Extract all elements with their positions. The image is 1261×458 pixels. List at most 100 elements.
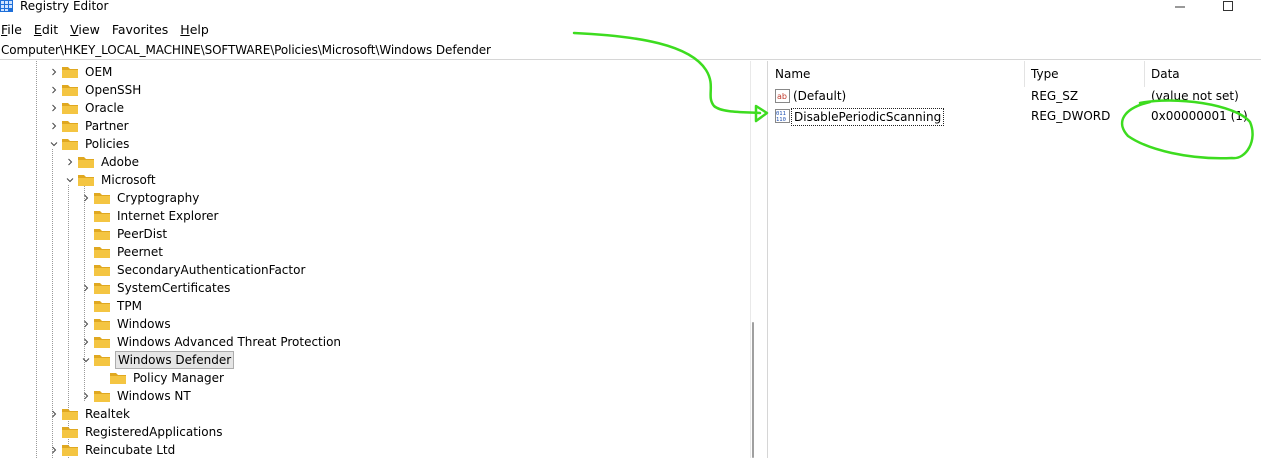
chevron-right-icon[interactable]: [81, 189, 91, 207]
chevron-down-icon[interactable]: [49, 135, 59, 153]
tree-item[interactable]: Partner: [49, 117, 131, 135]
folder-icon: [93, 335, 111, 349]
folder-icon: [93, 389, 111, 403]
chevron-right-icon[interactable]: [49, 117, 59, 135]
tree-item-label: Windows Advanced Threat Protection: [117, 335, 342, 349]
tree-item-label: Policy Manager: [133, 371, 224, 385]
folder-icon: [61, 119, 79, 133]
menu-bar: File Edit View Favorites Help: [0, 20, 1261, 40]
tree-item[interactable]: OEM: [49, 63, 114, 81]
scrollbar-thumb[interactable]: [752, 322, 754, 458]
value-row[interactable]: 011 110 DisablePeriodicScanning REG_DWORD 0x…: [769, 106, 1261, 126]
minimize-icon: [1175, 6, 1185, 8]
tree-item[interactable]: Peernet: [81, 243, 165, 261]
folder-icon: [93, 227, 111, 241]
tree-item[interactable]: Windows NT: [81, 387, 193, 405]
tree-item[interactable]: TPM: [81, 297, 144, 315]
tree-item[interactable]: Cryptography: [81, 189, 201, 207]
tree-item[interactable]: Windows Advanced Threat Protection: [81, 333, 343, 351]
tree-item-label: Reincubate Ltd: [85, 443, 176, 457]
chevron-right-icon[interactable]: [65, 153, 75, 171]
tree-item-label: Realtek: [85, 407, 130, 421]
menu-edit[interactable]: Edit: [34, 20, 64, 40]
folder-icon: [61, 101, 79, 115]
value-name: (Default): [793, 89, 847, 103]
tree-item[interactable]: Windows: [81, 315, 173, 333]
tree-item[interactable]: SecondaryAuthenticationFactor: [81, 261, 307, 279]
folder-open-icon: [61, 137, 79, 151]
minimize-button[interactable]: [1170, 0, 1190, 12]
tree-item[interactable]: Realtek: [49, 405, 132, 423]
tree-item-label: Windows: [117, 317, 171, 331]
chevron-right-icon[interactable]: [81, 315, 91, 333]
menu-favorites[interactable]: Favorites: [112, 20, 174, 40]
folder-icon: [61, 83, 79, 97]
tree-item-label: Windows NT: [117, 389, 191, 403]
tree-item-label: Partner: [85, 119, 129, 133]
tree-item-label: OEM: [85, 65, 113, 79]
chevron-right-icon[interactable]: [49, 81, 59, 99]
column-header-type[interactable]: Type: [1025, 61, 1144, 87]
tree-item-label: Policies: [85, 137, 130, 151]
tree-item[interactable]: Windows Defender: [81, 351, 235, 369]
tree-item[interactable]: PeerDist: [81, 225, 169, 243]
values-list[interactable]: Name Type Data ab (Default) REG_SZ (value n…: [769, 61, 1261, 458]
svg-text:110: 110: [776, 117, 786, 123]
svg-text:ab: ab: [777, 92, 787, 101]
menu-accelerator: E: [33, 22, 42, 37]
folder-open-icon: [93, 353, 111, 367]
tree-guide-line: [36, 61, 37, 458]
tree-item[interactable]: Microsoft: [65, 171, 158, 189]
tree-item[interactable]: SystemCertificates: [81, 279, 232, 297]
folder-icon: [93, 263, 111, 277]
tree-item-label: SystemCertificates: [117, 281, 231, 295]
tree-item-label: Oracle: [85, 101, 125, 115]
folder-icon: [61, 443, 79, 457]
menu-label: elp: [189, 22, 209, 37]
title-bar: Registry Editor: [0, 0, 1261, 18]
chevron-right-icon[interactable]: [49, 99, 59, 117]
chevron-right-icon[interactable]: [81, 333, 91, 351]
chevron-right-icon[interactable]: [49, 441, 59, 458]
folder-icon: [93, 281, 111, 295]
tree-item-label: Adobe: [101, 155, 139, 169]
tree-item[interactable]: RegisteredApplications: [49, 423, 224, 441]
column-header-data[interactable]: Data: [1145, 61, 1261, 87]
value-row[interactable]: ab (Default) REG_SZ (value not set): [769, 86, 1261, 106]
address-bar[interactable]: Computer\HKEY_LOCAL_MACHINE\SOFTWARE\Pol…: [0, 41, 1261, 60]
chevron-right-icon[interactable]: [49, 405, 59, 423]
maximize-button[interactable]: [1218, 0, 1238, 12]
tree-item[interactable]: Policies: [49, 135, 131, 153]
tree-item[interactable]: Adobe: [65, 153, 141, 171]
folder-icon: [93, 317, 111, 331]
menu-view[interactable]: View: [70, 20, 106, 40]
chevron-right-icon[interactable]: [81, 387, 91, 405]
value-name: DisablePeriodicScanning: [791, 108, 945, 126]
menu-file[interactable]: File: [0, 20, 28, 40]
key-tree[interactable]: OEM OpenSSH Oracle Partner Policies Adobe Micr…: [0, 61, 750, 458]
menu-label: dit: [41, 22, 59, 37]
tree-item-label: OpenSSH: [85, 83, 142, 97]
folder-icon: [61, 65, 79, 79]
chevron-right-icon[interactable]: [81, 279, 91, 297]
column-header-name[interactable]: Name: [769, 61, 1024, 87]
folder-icon: [77, 155, 95, 169]
tree-item-label: Internet Explorer: [117, 209, 219, 223]
tree-item-label: Peernet: [117, 245, 163, 259]
menu-accelerator: H: [180, 22, 190, 37]
tree-item[interactable]: OpenSSH: [49, 81, 143, 99]
folder-icon: [109, 371, 127, 385]
tree-item[interactable]: Oracle: [49, 99, 126, 117]
chevron-down-icon[interactable]: [81, 351, 91, 369]
tree-item-label: PeerDist: [117, 227, 168, 241]
tree-item[interactable]: Internet Explorer: [81, 207, 220, 225]
tree-item[interactable]: Reincubate Ltd: [49, 441, 177, 458]
chevron-right-icon[interactable]: [49, 63, 59, 81]
folder-icon: [61, 407, 79, 421]
tree-item[interactable]: Policy Manager: [97, 369, 226, 387]
menu-help[interactable]: Help: [180, 20, 215, 40]
chevron-down-icon[interactable]: [65, 171, 75, 189]
